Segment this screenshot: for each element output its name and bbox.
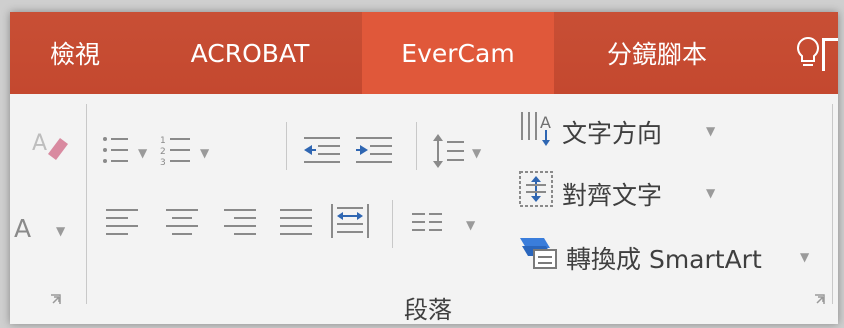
ribbon-window: 檢視 ACROBAT EverCam 分鏡腳本 A A ▼ ▼ 1 2 3 ▼ … bbox=[10, 12, 838, 324]
text-direction-label[interactable]: 文字方向 bbox=[562, 114, 662, 150]
svg-text:A: A bbox=[32, 131, 47, 156]
dialog-launcher-icon[interactable] bbox=[814, 294, 826, 306]
columns-dropdown[interactable]: ▼ bbox=[466, 218, 475, 232]
align-center-icon[interactable] bbox=[164, 206, 200, 236]
svg-text:3: 3 bbox=[160, 158, 166, 168]
align-text-label[interactable]: 對齊文字 bbox=[562, 176, 662, 212]
align-left-icon[interactable] bbox=[104, 206, 140, 236]
svg-text:A: A bbox=[540, 113, 551, 132]
align-text-dropdown[interactable]: ▼ bbox=[706, 186, 715, 200]
columns-icon[interactable] bbox=[410, 210, 444, 234]
tab-overflow-glyph bbox=[822, 38, 838, 71]
numbering-dropdown[interactable]: ▼ bbox=[200, 146, 209, 160]
align-right-icon[interactable] bbox=[222, 206, 258, 236]
align-text-icon[interactable] bbox=[518, 170, 554, 208]
distributed-icon[interactable] bbox=[330, 202, 370, 240]
ribbon-tab-bar: 檢視 ACROBAT EverCam 分鏡腳本 bbox=[10, 12, 838, 94]
tab-evercam[interactable]: EverCam bbox=[362, 12, 554, 94]
svg-text:2: 2 bbox=[160, 147, 166, 157]
tab-acrobat[interactable]: ACROBAT bbox=[170, 12, 330, 94]
svg-text:1: 1 bbox=[160, 136, 166, 146]
bullets-dropdown[interactable]: ▼ bbox=[138, 146, 147, 160]
dialog-launcher-icon[interactable] bbox=[50, 294, 62, 306]
numbering-icon[interactable]: 1 2 3 bbox=[160, 134, 194, 168]
smartart-dropdown[interactable]: ▼ bbox=[800, 250, 809, 264]
tab-view[interactable]: 檢視 bbox=[30, 12, 120, 94]
increase-indent-icon[interactable] bbox=[354, 134, 394, 168]
line-spacing-dropdown[interactable]: ▼ bbox=[472, 146, 481, 160]
clear-formatting-icon[interactable]: A bbox=[30, 126, 76, 162]
font-size-glyph[interactable]: A bbox=[14, 214, 31, 243]
text-direction-dropdown[interactable]: ▼ bbox=[706, 124, 715, 138]
ribbon-paragraph-panel: A A ▼ ▼ 1 2 3 ▼ ▼ A 文字方向 ▼ 對齊文字 ▼ 轉換成 Sm… bbox=[10, 94, 838, 324]
justify-icon[interactable] bbox=[278, 206, 314, 236]
smartart-label[interactable]: 轉換成 SmartArt bbox=[566, 240, 762, 276]
divider bbox=[392, 200, 393, 248]
group-divider bbox=[832, 104, 833, 304]
bullets-icon[interactable] bbox=[102, 134, 132, 168]
group-divider bbox=[86, 104, 87, 304]
text-direction-icon[interactable]: A bbox=[518, 110, 554, 148]
tab-storyboard[interactable]: 分鏡腳本 bbox=[582, 12, 732, 94]
divider bbox=[416, 122, 417, 170]
line-spacing-icon[interactable] bbox=[432, 132, 466, 170]
divider bbox=[286, 122, 287, 170]
decrease-indent-icon[interactable] bbox=[302, 134, 342, 168]
font-size-dropdown[interactable]: ▼ bbox=[56, 224, 65, 238]
paragraph-group-label: 段落 bbox=[404, 296, 452, 324]
smartart-icon[interactable] bbox=[518, 232, 558, 270]
